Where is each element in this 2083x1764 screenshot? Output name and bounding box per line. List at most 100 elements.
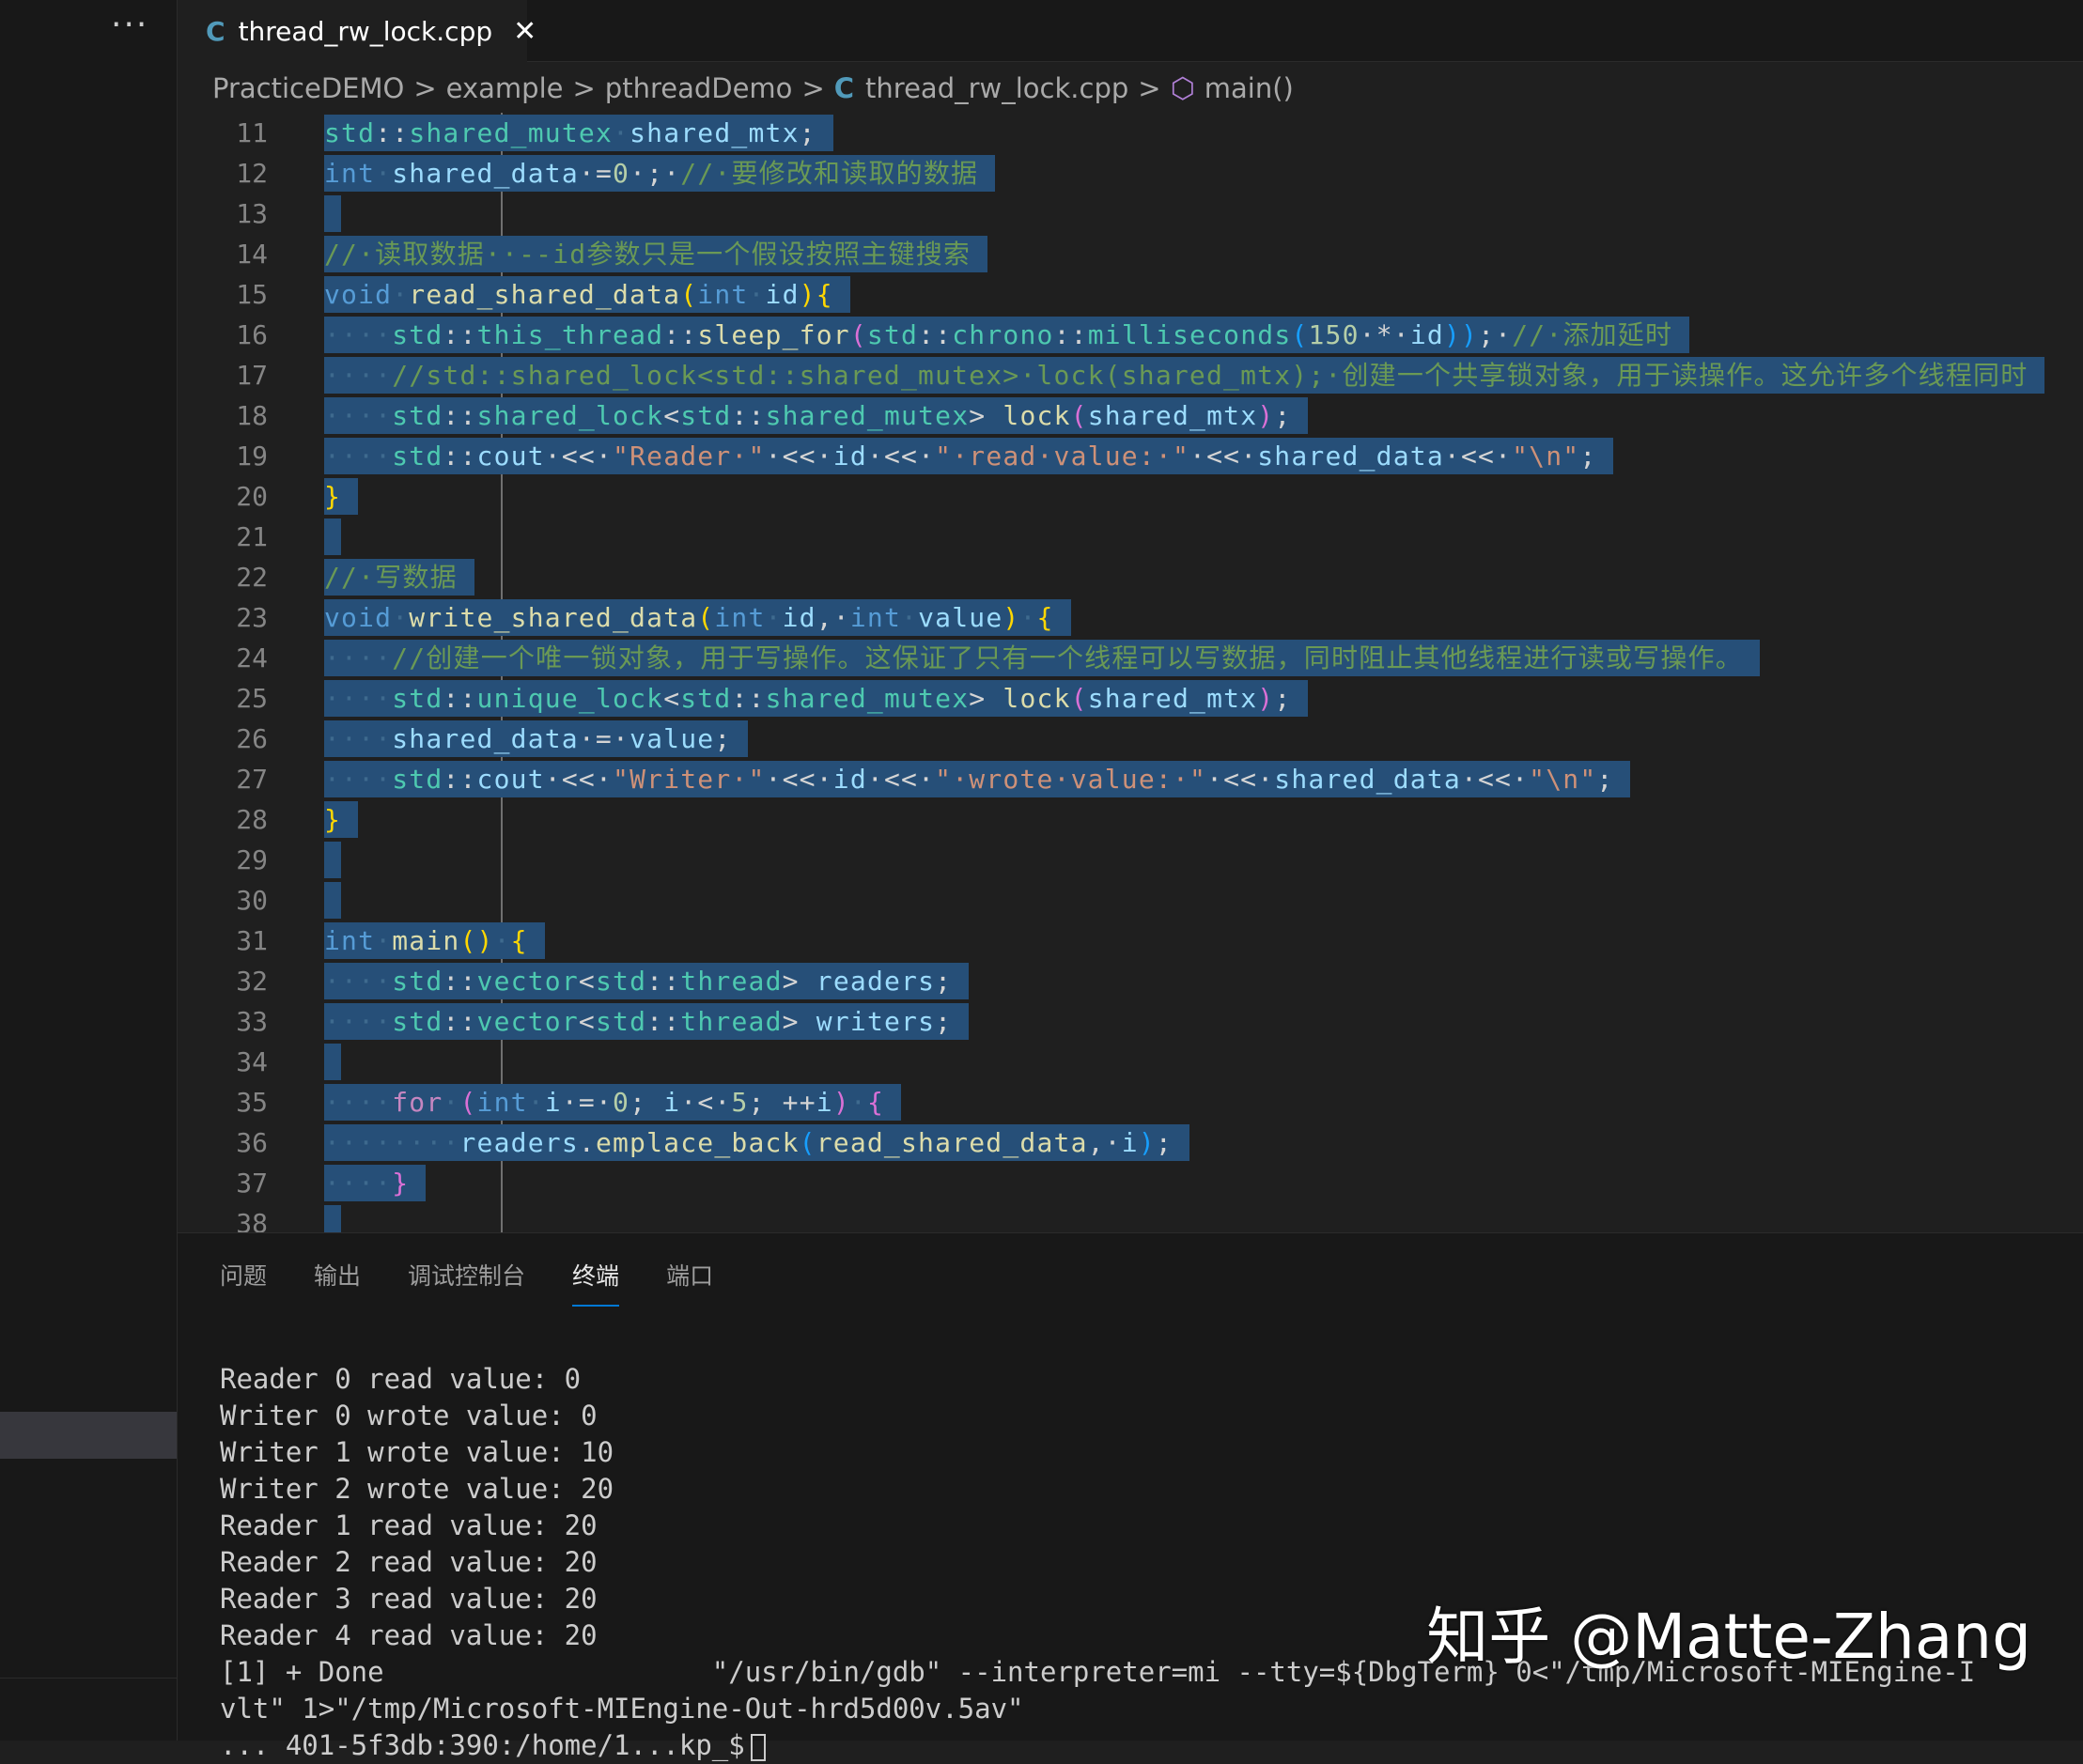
line-number: 14 [236, 239, 268, 270]
line-number: 22 [236, 562, 268, 593]
code-line[interactable]: 32 ····std::vector<std::thread> readers; [178, 961, 2083, 1001]
line-number: 11 [236, 117, 268, 148]
code-editor[interactable]: 11 std::shared_mutex·shared_mtx; 12 int·… [178, 113, 2083, 1232]
code-line[interactable]: 28 } [178, 799, 2083, 840]
terminal-output[interactable]: Reader 0 read value: 0 Writer 0 wrote val… [220, 1361, 2083, 1764]
terminal-line: Reader 1 read value: 20 [220, 1509, 598, 1541]
breadcrumb-item-file[interactable]: thread_rw_lock.cpp [865, 72, 1128, 104]
line-number: 29 [236, 844, 268, 875]
line-text: void·read_shared_data(int·id){ [324, 276, 850, 313]
line-number: 25 [236, 683, 268, 714]
line-number: 35 [236, 1087, 268, 1118]
code-line[interactable]: 18 ····std::shared_lock<std::shared_mute… [178, 395, 2083, 436]
code-line[interactable]: 19 ····std::cout·<<·"Reader·"·<<·id·<<·"… [178, 436, 2083, 476]
tab-thread-rw-lock[interactable]: C thread_rw_lock.cpp ✕ [178, 0, 536, 62]
terminal-line: Reader 2 read value: 20 [220, 1546, 598, 1578]
line-text: ····std::unique_lock<std::shared_mutex> … [324, 680, 1309, 717]
line-number: 37 [236, 1168, 268, 1199]
line-number: 13 [236, 198, 268, 229]
code-line[interactable]: 26 ····shared_data·=·value; [178, 719, 2083, 759]
code-line[interactable]: 35 ····for·(int·i·=·0; i·<·5; ++i)·{ [178, 1082, 2083, 1122]
code-line[interactable]: 27 ····std::cout·<<·"Writer·"·<<·id·<<·"… [178, 759, 2083, 799]
cpp-file-icon: C [206, 15, 225, 47]
code-line[interactable]: 12 int·shared_data·=0·;·//·要修改和读取的数据 [178, 153, 2083, 193]
activity-sidebar: ··· [0, 0, 178, 1741]
line-text: ····} [324, 1165, 427, 1201]
line-text: int·shared_data·=0·;·//·要修改和读取的数据 [324, 155, 996, 192]
breadcrumb-item-example[interactable]: example [446, 72, 564, 104]
code-line[interactable]: 30 [178, 880, 2083, 921]
close-icon[interactable]: ✕ [513, 15, 536, 48]
code-line[interactable]: 13 [178, 193, 2083, 234]
line-text: ····for·(int·i·=·0; i·<·5; ++i)·{ [324, 1084, 902, 1121]
line-text: ····//创建一个唯一锁对象，用于写操作。这保证了只有一个线程可以写数据，同时… [324, 640, 1760, 676]
sidebar-divider [0, 1678, 177, 1679]
tab-output[interactable]: 输出 [314, 1258, 361, 1307]
code-line[interactable]: 38 [178, 1203, 2083, 1232]
more-actions-icon[interactable]: ··· [111, 6, 148, 44]
code-line[interactable]: 34 [178, 1042, 2083, 1082]
line-number: 32 [236, 966, 268, 997]
line-text: ····std::cout·<<·"Writer·"·<<·id·<<·"·wr… [324, 761, 1631, 797]
terminal-line: Writer 2 wrote value: 20 [220, 1473, 614, 1505]
tab-problems[interactable]: 问题 [220, 1258, 267, 1307]
breadcrumb-item-pthreaddemo[interactable]: pthreadDemo [605, 72, 793, 104]
chevron-right-icon: > [801, 72, 825, 104]
code-line[interactable]: 17 ····//std::shared_lock<std::shared_mu… [178, 355, 2083, 395]
code-line[interactable]: 23 void·write_shared_data(int·id,·int·va… [178, 597, 2083, 638]
line-text: ····std::cout·<<·"Reader·"·<<·id·<<·"·re… [324, 438, 1614, 474]
line-text: ····std::this_thread::sleep_for(std::chr… [324, 317, 1690, 353]
terminal-cursor[interactable] [750, 1733, 766, 1761]
code-line[interactable]: 20 } [178, 476, 2083, 517]
terminal-line: Writer 1 wrote value: 10 [220, 1436, 614, 1468]
line-text [324, 518, 341, 555]
code-line[interactable]: 29 [178, 840, 2083, 880]
code-line[interactable]: 11 std::shared_mutex·shared_mtx; [178, 113, 2083, 153]
chevron-right-icon: > [572, 72, 596, 104]
line-text: ····shared_data·=·value; [324, 720, 749, 757]
tab-terminal[interactable]: 终端 [572, 1258, 620, 1307]
code-line[interactable]: 37 ····} [178, 1163, 2083, 1203]
breadcrumb-item-practicedemo[interactable]: PracticeDEMO [212, 72, 404, 104]
code-line[interactable]: 36 ········readers.emplace_back(read_sha… [178, 1122, 2083, 1163]
line-number: 15 [236, 279, 268, 310]
breadcrumb: PracticeDEMO > example > pthreadDemo > C… [212, 64, 1294, 113]
code-line[interactable]: 21 [178, 517, 2083, 557]
tab-ports[interactable]: 端口 [666, 1258, 713, 1307]
code-line[interactable]: 22 //·写数据 [178, 557, 2083, 597]
line-text: ····std::vector<std::thread> readers; [324, 963, 970, 999]
line-text: ········readers.emplace_back(read_shared… [324, 1124, 1189, 1161]
line-number: 27 [236, 764, 268, 795]
code-line[interactable]: 14 //·读取数据··--id参数只是一个假设按照主键搜索 [178, 234, 2083, 274]
line-number: 30 [236, 885, 268, 916]
bottom-panel: 问题 输出 调试控制台 终端 端口 Reader 0 read value: 0… [178, 1232, 2083, 1761]
breadcrumb-item-main[interactable]: main() [1205, 72, 1294, 104]
line-text: void·write_shared_data(int·id,·int·value… [324, 599, 1071, 636]
sidebar-selected-item[interactable] [0, 1412, 177, 1459]
code-line[interactable]: 24 ····//创建一个唯一锁对象，用于写操作。这保证了只有一个线程可以写数据… [178, 638, 2083, 678]
line-number: 21 [236, 521, 268, 552]
tab-title: thread_rw_lock.cpp [238, 15, 493, 47]
line-text: ····std::shared_lock<std::shared_mutex> … [324, 397, 1309, 434]
line-text [324, 842, 341, 878]
code-line[interactable]: 15 void·read_shared_data(int·id){ [178, 274, 2083, 315]
line-number: 28 [236, 804, 268, 835]
line-text: //·写数据 [324, 559, 474, 596]
line-text: ····std::vector<std::thread> writers; [324, 1003, 970, 1040]
tab-debug-console[interactable]: 调试控制台 [408, 1258, 525, 1307]
line-number: 20 [236, 481, 268, 512]
code-line[interactable]: 31 int·main()·{ [178, 921, 2083, 961]
code-line[interactable]: 25 ····std::unique_lock<std::shared_mute… [178, 678, 2083, 719]
code-line[interactable]: 33 ····std::vector<std::thread> writers; [178, 1001, 2083, 1042]
line-text: int·main()·{ [324, 922, 545, 959]
watermark-text: 知乎 @Matte-Zhang [1426, 1601, 2031, 1673]
line-number: 26 [236, 723, 268, 754]
method-cube-icon: ⬡ [1170, 71, 1195, 105]
code-line[interactable]: 16 ····std::this_thread::sleep_for(std::… [178, 315, 2083, 355]
line-text [324, 1044, 341, 1080]
line-number: 17 [236, 360, 268, 391]
line-number: 18 [236, 400, 268, 431]
panel-tab-bar: 问题 输出 调试控制台 终端 端口 [220, 1258, 760, 1307]
line-number: 31 [236, 925, 268, 956]
line-number: 23 [236, 602, 268, 633]
